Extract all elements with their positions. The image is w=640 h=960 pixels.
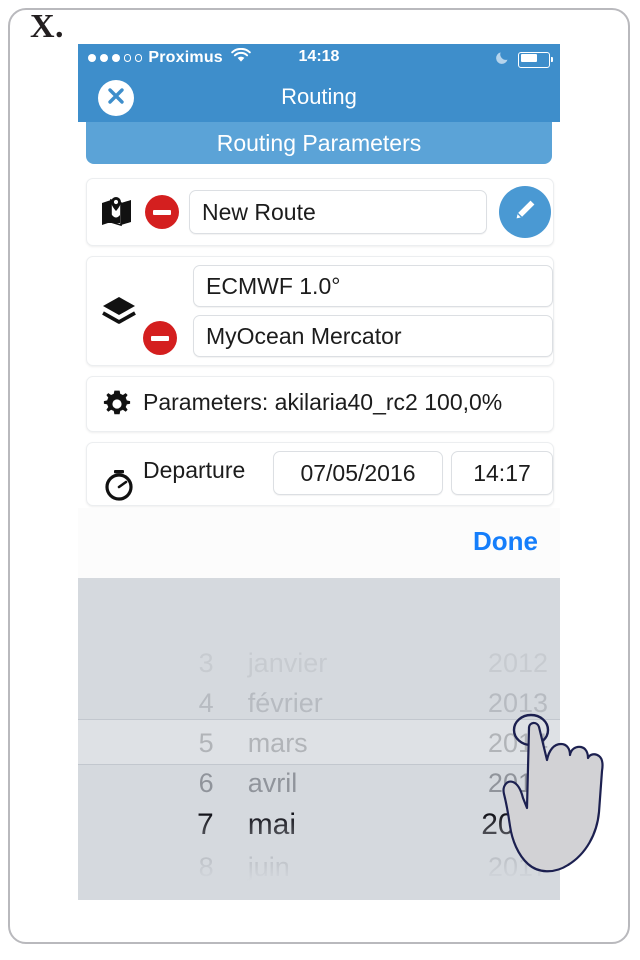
stopwatch-icon bbox=[103, 469, 135, 501]
picker-row[interactable]: 9 juillet 2018 bbox=[78, 887, 560, 901]
current-model-value: MyOcean Mercator bbox=[206, 322, 402, 349]
picker-day: 3 bbox=[198, 647, 214, 678]
models-card: ECMWF 1.0° MyOcean Mercator bbox=[86, 256, 554, 366]
edit-route-button[interactable] bbox=[499, 186, 551, 238]
picker-month: mars bbox=[247, 727, 308, 758]
layers-icon bbox=[101, 295, 137, 327]
picker-day: 5 bbox=[198, 727, 214, 758]
picker-month: juillet bbox=[228, 892, 429, 901]
departure-label: Departure bbox=[143, 457, 246, 483]
done-button[interactable]: Done bbox=[473, 526, 538, 557]
figure-label: X. bbox=[30, 8, 65, 45]
departure-time-value: 14:17 bbox=[473, 459, 531, 486]
picker-row-selected[interactable]: 7 mai 2016 bbox=[78, 803, 560, 847]
picker-day: 4 bbox=[198, 687, 214, 718]
picker-month: juin bbox=[247, 851, 290, 882]
picker-row[interactable]: 3 janvier 2012 bbox=[78, 643, 560, 683]
picker-month: avril bbox=[247, 767, 298, 798]
picker-row[interactable]: 5 mars 2014 bbox=[78, 723, 560, 763]
date-picker-overlay: Done 3 janvier 2012 4 février 2013 5 mar… bbox=[78, 508, 560, 900]
remove-route-button[interactable] bbox=[145, 195, 179, 229]
parameters-card[interactable]: Parameters: akilaria40_rc2 100,0% bbox=[86, 376, 554, 432]
route-name-card: New Route bbox=[86, 178, 554, 246]
hand-tap-cursor bbox=[498, 708, 618, 888]
picker-day: 6 bbox=[198, 767, 214, 798]
picker-month-selected: mai bbox=[247, 808, 297, 841]
date-picker-toolbar: Done bbox=[78, 508, 560, 578]
picker-month: janvier bbox=[247, 647, 328, 678]
picker-month: février bbox=[247, 687, 323, 718]
battery-icon bbox=[518, 51, 554, 68]
departure-date-input[interactable]: 07/05/2016 bbox=[273, 451, 443, 495]
status-bar: Proximus 14:18 bbox=[78, 44, 560, 74]
departure-date-value: 07/05/2016 bbox=[300, 459, 416, 486]
page-title: Routing bbox=[281, 84, 357, 109]
picker-year: 2018 bbox=[429, 892, 560, 901]
nav-bar: Routing bbox=[78, 74, 560, 122]
sub-header: Routing Parameters bbox=[86, 122, 552, 164]
phone-screen: Proximus 14:18 Routing Routing Parameter… bbox=[78, 44, 560, 900]
weather-model-input[interactable]: ECMWF 1.0° bbox=[193, 265, 553, 307]
picker-row[interactable]: 6 avril 2015 bbox=[78, 763, 560, 803]
map-pin-icon bbox=[99, 193, 135, 229]
picker-year: 2012 bbox=[487, 647, 548, 678]
departure-card: Departure 07/05/2016 14:17 bbox=[86, 442, 554, 506]
parameters-label: Parameters: akilaria40_rc2 100,0% bbox=[143, 389, 503, 415]
pencil-icon bbox=[512, 197, 538, 228]
gear-icon bbox=[101, 388, 133, 420]
picker-day: 8 bbox=[198, 851, 214, 882]
picker-fade-top bbox=[78, 578, 560, 650]
no-entry-icon bbox=[153, 209, 171, 215]
picker-row[interactable]: 4 février 2013 bbox=[78, 683, 560, 723]
no-entry-icon bbox=[151, 335, 169, 341]
date-picker-wheel[interactable]: 3 janvier 2012 4 février 2013 5 mars 201… bbox=[78, 578, 560, 900]
current-model-input[interactable]: MyOcean Mercator bbox=[193, 315, 553, 357]
status-bar-clock: 14:18 bbox=[298, 48, 340, 65]
picker-row[interactable]: 8 juin 2017 bbox=[78, 847, 560, 887]
status-bar-right bbox=[495, 49, 554, 70]
route-name-value: New Route bbox=[202, 198, 316, 225]
moon-icon bbox=[495, 49, 511, 70]
weather-model-value: ECMWF 1.0° bbox=[206, 272, 341, 299]
route-name-input[interactable]: New Route bbox=[189, 190, 487, 234]
picker-day-selected: 7 bbox=[197, 808, 214, 841]
sub-header-label: Routing Parameters bbox=[216, 129, 422, 156]
remove-current-model-button[interactable] bbox=[143, 321, 177, 355]
departure-time-input[interactable]: 14:17 bbox=[451, 451, 553, 495]
picker-day: 9 bbox=[78, 892, 228, 901]
